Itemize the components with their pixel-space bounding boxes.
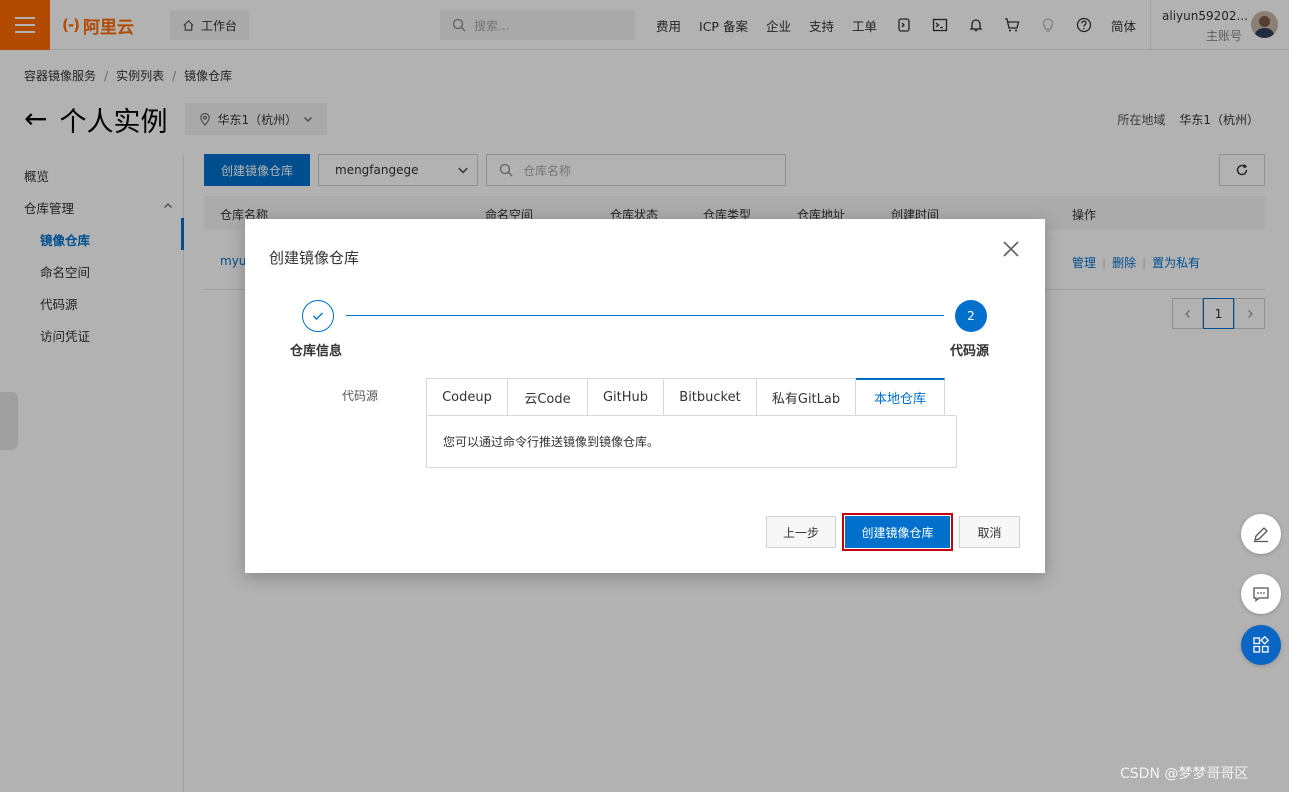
cancel-button[interactable]: 取消 — [959, 516, 1020, 548]
chat-icon — [1253, 587, 1269, 602]
tab-bitbucket[interactable]: Bitbucket — [664, 378, 757, 416]
apps-grid-icon — [1253, 636, 1270, 653]
edit-icon — [1254, 527, 1268, 543]
watermark: CSDN @梦梦哥哥区 — [1120, 766, 1249, 782]
code-source-label: 代码源 — [342, 389, 379, 403]
apps-button[interactable] — [1241, 625, 1281, 665]
tab-github[interactable]: GitHub — [588, 378, 664, 416]
checkmark-icon — [313, 312, 323, 320]
chat-button[interactable] — [1241, 574, 1281, 614]
tab-codeup[interactable]: Codeup — [426, 378, 508, 416]
previous-step-button[interactable]: 上一步 — [766, 516, 836, 548]
step-1-done-icon — [302, 300, 334, 332]
tab-yuncode[interactable]: 云Code — [508, 378, 588, 416]
code-source-tabs: Codeup 云Code GitHub Bitbucket 私有GitLab 本… — [426, 378, 945, 416]
local-repo-hint: 您可以通过命令行推送镜像到镜像仓库。 — [443, 435, 660, 449]
feedback-edit-button[interactable] — [1241, 514, 1281, 554]
close-icon[interactable] — [1001, 239, 1021, 259]
tab-panel: 您可以通过命令行推送镜像到镜像仓库。 — [426, 415, 957, 468]
step-2-indicator: 2 — [955, 300, 987, 332]
step-1-label: 仓库信息 — [290, 344, 343, 359]
confirm-create-repo-button[interactable]: 创建镜像仓库 — [842, 513, 953, 551]
tab-private-gitlab[interactable]: 私有GitLab — [757, 378, 856, 416]
tab-local-repo[interactable]: 本地仓库 — [856, 378, 945, 416]
dialog-title: 创建镜像仓库 — [269, 249, 360, 267]
step-connector — [346, 315, 944, 316]
create-repo-dialog: 创建镜像仓库 2 仓库信息 代码源 代码源 Codeup 云Code GitHu… — [245, 219, 1045, 573]
step-2-label: 代码源 — [950, 344, 990, 359]
